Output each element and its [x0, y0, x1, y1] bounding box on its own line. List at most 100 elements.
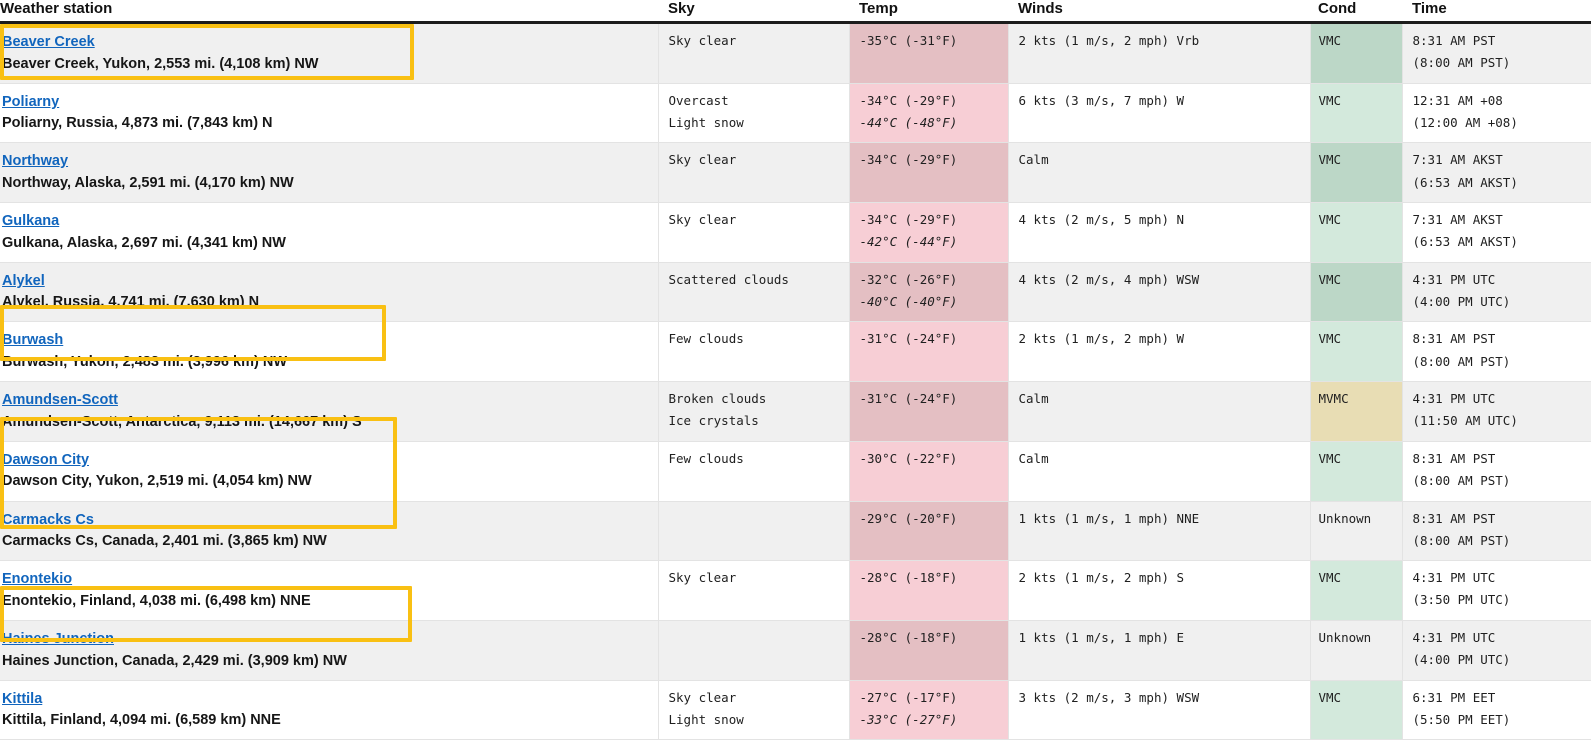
- table-body: Beaver Creek Beaver Creek, Yukon, 2,553 m…: [0, 22, 1591, 740]
- station-link[interactable]: Burwash: [2, 331, 63, 351]
- table-row: Dawson City Dawson City, Yukon, 2,519 mi.…: [0, 441, 1591, 502]
- report-time: (6:53 AM AKST): [1412, 234, 1518, 250]
- report-time: (12:00 AM +08): [1412, 114, 1518, 130]
- column-header-winds[interactable]: Winds: [1008, 0, 1310, 24]
- condition-cell: Unknown: [1309, 501, 1402, 562]
- temperature-value: -29°C (-20°F): [859, 510, 958, 526]
- condition-cell: VMC: [1309, 22, 1402, 84]
- sky-line-2: Ice crystals: [668, 413, 759, 429]
- status-badge: VMC: [1318, 152, 1342, 168]
- table-row: Amundsen-Scott Amundsen-Scott, Antarctica…: [0, 381, 1591, 442]
- station-link[interactable]: Beaver Creek: [2, 33, 95, 53]
- station-link[interactable]: Kittila: [2, 690, 42, 710]
- status-badge: Unknown: [1318, 629, 1372, 645]
- sky-line-1: Sky clear: [668, 33, 737, 48]
- sky-cell: Sky clear Light snow: [657, 680, 849, 740]
- column-header-weather-station[interactable]: Weather station: [0, 0, 658, 24]
- column-header-time[interactable]: Time: [1402, 0, 1591, 24]
- station-link[interactable]: Haines Junction: [2, 630, 114, 650]
- status-badge: VMC: [1318, 212, 1342, 228]
- winds-cell: 2 kts (1 m/s, 2 mph) Vrb: [1007, 22, 1310, 84]
- report-time: (8:00 AM PST): [1412, 532, 1511, 548]
- sky-line-1: Sky clear: [668, 152, 737, 168]
- sky-line-1: Few clouds: [668, 331, 744, 347]
- table-row: Enontekio Enontekio, Finland, 4,038 mi. (…: [0, 560, 1591, 621]
- column-header-temp[interactable]: Temp: [849, 0, 1008, 24]
- sky-line-1: Broken clouds: [668, 391, 767, 407]
- station-cell: Amundsen-Scott Amundsen-Scott, Antarctica…: [0, 381, 658, 442]
- condition-cell: Unknown: [1309, 620, 1402, 681]
- winds-cell: 2 kts (1 m/s, 2 mph) W: [1007, 321, 1310, 383]
- dewpoint-value: -40°C (-40°F): [859, 294, 958, 309]
- winds-value: 6 kts (3 m/s, 7 mph) W: [1018, 92, 1185, 108]
- station-cell: Alykel Alykel, Russia, 4,741 mi. (7,630 k…: [0, 262, 658, 323]
- condition-cell: VMC: [1309, 560, 1402, 621]
- column-header-sky[interactable]: Sky: [658, 0, 849, 24]
- table-row: Gulkana Gulkana, Alaska, 2,697 mi. (4,341…: [0, 202, 1591, 263]
- station-description: Gulkana, Alaska, 2,697 mi. (4,341 km) NW: [2, 234, 286, 251]
- condition-cell: VMC: [1309, 321, 1402, 383]
- report-time: (11:50 AM UTC): [1412, 413, 1518, 429]
- station-cell: Enontekio Enontekio, Finland, 4,038 mi. (…: [0, 560, 658, 621]
- station-link[interactable]: Northway: [2, 152, 68, 172]
- winds-value: Calm: [1018, 391, 1049, 407]
- sky-cell: Sky clear: [657, 560, 849, 621]
- sky-line-1: Scattered clouds: [668, 271, 789, 287]
- temperature-value: -34°C (-29°F): [859, 92, 958, 108]
- condition-cell: VMC: [1309, 202, 1402, 263]
- winds-cell: 6 kts (3 m/s, 7 mph) W: [1007, 83, 1310, 144]
- time-cell: 8:31 AM PST (8:00 AM PST): [1401, 441, 1591, 502]
- station-description: Amundsen-Scott, Antarctica, 9,113 mi. (1…: [2, 413, 362, 430]
- temperature-value: -32°C (-26°F): [859, 271, 958, 287]
- station-cell: Haines Junction Haines Junction, Canada, …: [0, 620, 658, 681]
- temperature-value: -27°C (-17°F): [859, 689, 958, 705]
- table-header-row: Weather station Sky Temp Winds Cond Time: [0, 0, 1591, 24]
- column-header-cond[interactable]: Cond: [1310, 0, 1402, 24]
- time-cell: 4:31 PM UTC (4:00 PM UTC): [1401, 262, 1591, 323]
- sky-line-1: Few clouds: [668, 450, 744, 466]
- sky-line-2: Light snow: [668, 114, 744, 130]
- winds-value: 4 kts (2 m/s, 4 mph) WSW: [1018, 271, 1200, 287]
- report-time: (4:00 PM UTC): [1412, 652, 1511, 668]
- status-badge: VMC: [1318, 570, 1342, 586]
- winds-value: Calm: [1018, 450, 1049, 466]
- sky-cell: Sky clear: [657, 22, 849, 84]
- time-cell: 4:31 PM UTC (4:00 PM UTC): [1401, 620, 1591, 681]
- sky-cell: [657, 501, 849, 562]
- station-description: Carmacks Cs, Canada, 2,401 mi. (3,865 km…: [2, 533, 327, 550]
- station-link[interactable]: Enontekio: [2, 570, 72, 590]
- condition-cell: VMC: [1309, 680, 1402, 740]
- temp-cell: -30°C (-22°F): [848, 441, 1008, 502]
- temperature-value: -34°C (-29°F): [859, 212, 958, 228]
- winds-cell: Calm: [1007, 441, 1310, 502]
- observation-time: 6:31 PM EET: [1412, 689, 1496, 705]
- observation-time: 8:31 AM PST: [1412, 331, 1496, 347]
- station-link[interactable]: Alykel: [2, 272, 45, 292]
- report-time: (4:00 PM UTC): [1412, 294, 1511, 309]
- winds-cell: 1 kts (1 m/s, 1 mph) E: [1007, 620, 1310, 681]
- observation-time: 12:31 AM +08: [1412, 92, 1503, 108]
- temperature-value: -28°C (-18°F): [859, 629, 958, 645]
- winds-cell: 4 kts (2 m/s, 5 mph) N: [1007, 202, 1310, 263]
- temperature-value: -31°C (-24°F): [859, 331, 958, 347]
- station-cell: Poliarny Poliarny, Russia, 4,873 mi. (7,8…: [0, 83, 658, 144]
- station-link[interactable]: Poliarny: [2, 93, 59, 113]
- temp-cell: -34°C (-29°F) -44°C (-48°F): [848, 83, 1008, 144]
- temp-cell: -31°C (-24°F): [848, 321, 1008, 383]
- report-time: (8:00 AM PST): [1412, 353, 1511, 369]
- winds-value: 3 kts (2 m/s, 3 mph) WSW: [1018, 689, 1200, 705]
- dewpoint-value: -42°C (-44°F): [859, 234, 958, 250]
- station-link[interactable]: Amundsen-Scott: [2, 391, 118, 411]
- temperature-value: -30°C (-22°F): [859, 450, 958, 466]
- winds-cell: Calm: [1007, 381, 1310, 442]
- station-link[interactable]: Dawson City: [2, 451, 89, 471]
- status-badge: VMC: [1318, 92, 1342, 108]
- station-link[interactable]: Carmacks Cs: [2, 511, 94, 531]
- winds-cell: 2 kts (1 m/s, 2 mph) S: [1007, 560, 1310, 621]
- sky-cell: [657, 620, 849, 681]
- temp-cell: -35°C (-31°F): [848, 22, 1008, 84]
- station-link[interactable]: Gulkana: [2, 212, 59, 232]
- observation-time: 8:31 AM PST: [1412, 510, 1496, 526]
- table-row: Kittila Kittila, Finland, 4,094 mi. (6,58…: [0, 680, 1591, 740]
- observation-time: 4:31 PM UTC: [1412, 271, 1496, 287]
